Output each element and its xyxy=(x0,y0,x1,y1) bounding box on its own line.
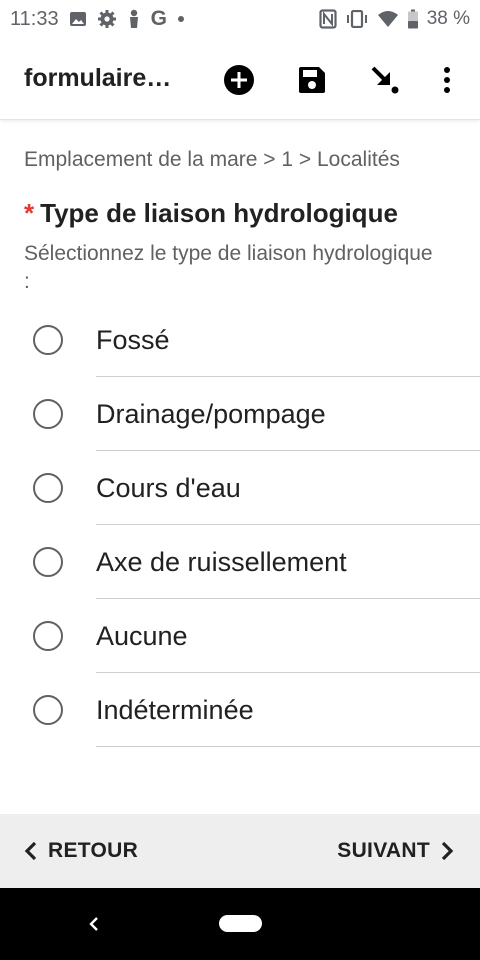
person-icon xyxy=(127,9,141,29)
option-label: Cours d'eau xyxy=(96,473,241,503)
back-arrow-icon xyxy=(89,917,98,931)
system-nav-bar xyxy=(0,888,480,960)
image-icon xyxy=(69,10,87,28)
home-pill-button[interactable] xyxy=(219,915,262,932)
download-arrow-icon xyxy=(371,66,399,94)
dot-icon xyxy=(177,15,185,23)
status-right: 38 % xyxy=(319,8,470,30)
gear-icon xyxy=(97,9,117,29)
radio-option-fosse[interactable]: Fossé xyxy=(0,303,480,377)
radio-group: Fossé Drainage/pompage Cours d'eau Axe d… xyxy=(0,303,480,747)
app-bar: formulaire… xyxy=(0,38,480,120)
chevron-left-icon xyxy=(24,841,38,861)
system-back-button[interactable] xyxy=(80,910,108,938)
question-label: * Type de liaison hydrologique xyxy=(24,198,398,229)
vibrate-icon xyxy=(345,10,369,28)
back-label: RETOUR xyxy=(48,839,139,862)
save-button[interactable] xyxy=(292,60,332,100)
radio-option-aucune[interactable]: Aucune xyxy=(0,599,480,673)
battery-percent: 38 % xyxy=(426,8,470,29)
wifi-icon xyxy=(377,10,399,28)
question-text: Type de liaison hydrologique xyxy=(40,198,398,228)
question-hint: Sélectionnez le type de liaison hydrolog… xyxy=(24,242,433,293)
back-button[interactable]: RETOUR xyxy=(24,814,138,888)
option-label: Indéterminée xyxy=(96,695,254,725)
option-label: Fossé xyxy=(96,325,170,355)
status-time: 11:33 xyxy=(10,7,59,30)
radio-button[interactable] xyxy=(33,547,63,577)
status-left: 11:33 G xyxy=(10,7,185,31)
google-icon: G xyxy=(150,7,167,30)
required-marker: * xyxy=(24,198,35,228)
battery-icon xyxy=(407,9,419,29)
add-repeat-button[interactable] xyxy=(219,60,259,100)
option-label: Drainage/pompage xyxy=(96,399,326,429)
radio-button[interactable] xyxy=(33,621,63,651)
more-options-button[interactable] xyxy=(427,60,467,100)
option-label: Axe de ruissellement xyxy=(96,547,347,577)
next-label: SUIVANT xyxy=(337,839,430,862)
save-icon xyxy=(299,67,325,93)
chevron-right-icon xyxy=(440,841,454,861)
next-button[interactable]: SUIVANT xyxy=(337,814,454,888)
jump-button[interactable] xyxy=(365,60,405,100)
divider xyxy=(96,746,480,747)
nfc-icon xyxy=(319,9,337,29)
radio-option-drainage[interactable]: Drainage/pompage xyxy=(0,377,480,451)
form-title: formulaire… xyxy=(24,64,172,92)
add-circle-icon xyxy=(224,65,254,95)
radio-option-cours-d-eau[interactable]: Cours d'eau xyxy=(0,451,480,525)
radio-button[interactable] xyxy=(33,325,63,355)
radio-option-axe-ruissellement[interactable]: Axe de ruissellement xyxy=(0,525,480,599)
status-bar: 11:33 G 38 % xyxy=(0,0,480,38)
radio-button[interactable] xyxy=(33,473,63,503)
radio-button[interactable] xyxy=(33,399,63,429)
form-navigation: RETOUR SUIVANT xyxy=(0,814,480,888)
breadcrumb: Emplacement de la mare > 1 > Localités xyxy=(24,148,400,171)
more-vert-icon xyxy=(444,67,450,93)
radio-option-indeterminee[interactable]: Indéterminée xyxy=(0,673,480,747)
option-label: Aucune xyxy=(96,621,188,651)
radio-button[interactable] xyxy=(33,695,63,725)
